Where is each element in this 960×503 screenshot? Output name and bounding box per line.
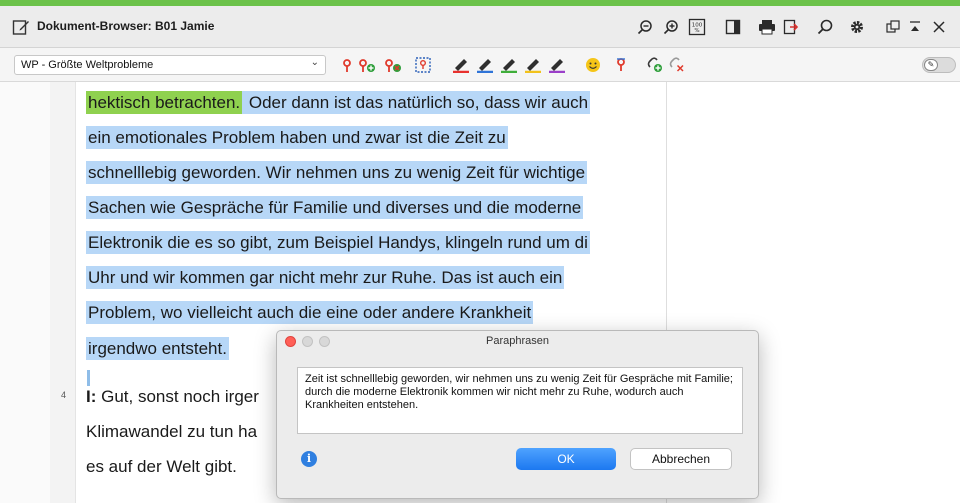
paraphrase-dialog: Paraphrasen Zeit ist schnelllebig geword…	[276, 330, 759, 499]
highlighted-segment: Oder dann ist das natürlich so, dass wir…	[242, 91, 591, 114]
text-line: irgendwo entsteht.	[86, 337, 229, 360]
paragraph-number: 4	[61, 390, 67, 400]
code-margin	[0, 82, 50, 503]
window-titlebar: Dokument-Browser: B01 Jamie 100%	[0, 6, 960, 48]
code-remove-icon[interactable]	[384, 56, 402, 74]
pen-red-icon[interactable]	[452, 56, 470, 74]
svg-text:%: %	[694, 28, 699, 34]
text-segment: Klimawandel zu tun ha	[86, 422, 258, 441]
ok-button[interactable]: OK	[516, 448, 616, 470]
code-add-icon[interactable]	[358, 56, 376, 74]
close-icon[interactable]	[928, 16, 950, 38]
undock-icon[interactable]	[882, 16, 904, 38]
text-line: Uhr und wir kommen gar nicht mehr zur Ru…	[86, 266, 565, 289]
text-line: schnelllebig geworden. Wir nehmen uns zu…	[86, 161, 588, 184]
pen-yellow-icon[interactable]	[524, 56, 542, 74]
code-dropdown[interactable]: WP - Größte Weltprobleme ⌄	[14, 55, 326, 75]
highlighted-segment: Sachen wie Gespräche für Familie und div…	[86, 196, 584, 219]
paraphrase-textarea[interactable]: Zeit ist schnelllebig geworden, wir nehm…	[297, 367, 743, 434]
export-icon[interactable]	[780, 16, 802, 38]
highlighted-segment: schnelllebig geworden. Wir nehmen uns zu…	[86, 161, 588, 184]
select-area-icon[interactable]	[414, 56, 432, 74]
code-icon[interactable]	[338, 56, 356, 74]
edit-document-icon	[12, 20, 29, 35]
code-marker-icon[interactable]	[612, 56, 630, 74]
text-line: es auf der Welt gibt.	[86, 456, 237, 478]
text-line: Sachen wie Gespräche für Familie und div…	[86, 196, 584, 219]
pencil-icon: ✎	[924, 59, 938, 71]
text-segment: es auf der Welt gibt.	[86, 457, 237, 476]
emoticon-icon[interactable]	[584, 56, 602, 74]
text-line: I: Gut, sonst noch irger	[86, 386, 259, 408]
text-segment: Gut, sonst noch irger	[96, 387, 259, 406]
highlighted-segment-green: hektisch betrachten.	[86, 91, 243, 114]
text-line: Klimawandel zu tun ha	[86, 421, 257, 443]
highlighted-segment: Uhr und wir kommen gar nicht mehr zur Ru…	[86, 266, 565, 289]
code-toolbar: WP - Größte Weltprobleme ⌄ ✎	[0, 48, 960, 82]
edit-mode-toggle[interactable]: ✎	[922, 57, 956, 73]
text-line: Problem, wo vielleicht auch die eine ode…	[86, 301, 534, 324]
cancel-button[interactable]: Abbrechen	[630, 448, 732, 470]
code-dropdown-value: WP - Größte Weltprobleme	[21, 59, 154, 71]
zoom-in-icon[interactable]	[660, 16, 682, 38]
info-icon[interactable]: i	[301, 451, 317, 467]
collapse-icon[interactable]	[904, 16, 926, 38]
pen-green-icon[interactable]	[500, 56, 518, 74]
chevron-down-icon: ⌄	[310, 57, 319, 68]
text-line: ein emotionales Problem haben und zwar i…	[86, 126, 508, 149]
pen-purple-icon[interactable]	[548, 56, 566, 74]
highlighted-segment: irgendwo entsteht.	[86, 337, 229, 360]
speaker-label: I:	[86, 387, 97, 406]
window-title: Dokument-Browser: B01 Jamie	[37, 19, 215, 33]
zoom-out-icon[interactable]	[634, 16, 656, 38]
highlighted-segment: Elektronik die es so gibt, zum Beispiel …	[86, 231, 590, 254]
link-add-icon[interactable]	[646, 56, 664, 74]
text-cursor-marker	[87, 370, 90, 386]
dialog-title: Paraphrasen	[486, 335, 549, 347]
zoom-100-icon[interactable]: 100%	[686, 16, 708, 38]
text-line: hektisch betrachten. Oder dann ist das n…	[86, 91, 591, 114]
text-line: Elektronik die es so gibt, zum Beispiel …	[86, 231, 590, 254]
paragraph-gutter	[50, 82, 76, 503]
settings-gear-icon[interactable]	[846, 16, 868, 38]
panel-toggle-icon[interactable]	[722, 16, 744, 38]
highlighted-segment: ein emotionales Problem haben und zwar i…	[86, 126, 508, 149]
highlighted-segment: Problem, wo vielleicht auch die eine ode…	[86, 301, 534, 324]
pen-blue-icon[interactable]	[476, 56, 494, 74]
print-icon[interactable]	[756, 16, 778, 38]
search-icon[interactable]	[814, 16, 836, 38]
link-remove-icon[interactable]	[668, 56, 686, 74]
